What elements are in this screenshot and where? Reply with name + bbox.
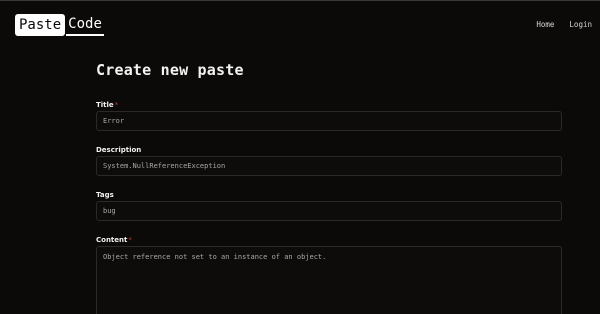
description-label-text: Description — [96, 146, 142, 154]
title-input[interactable] — [96, 111, 562, 131]
page: Paste Code Home Login Create new paste T… — [0, 0, 600, 314]
page-title: Create new paste — [96, 61, 244, 79]
logo-paste-text: Paste — [15, 14, 66, 36]
tags-label-text: Tags — [96, 191, 114, 199]
content-label: Content* — [96, 236, 132, 244]
content-textarea[interactable]: Object reference not set to an instance … — [96, 246, 562, 314]
tags-label: Tags — [96, 191, 114, 199]
tags-input[interactable] — [96, 201, 562, 221]
content-label-text: Content — [96, 236, 128, 244]
logo[interactable]: Paste Code — [15, 14, 104, 36]
logo-code-text: Code — [66, 14, 104, 36]
required-marker: * — [114, 101, 119, 109]
title-label: Title* — [96, 101, 118, 109]
top-nav: Home Login — [536, 20, 592, 29]
required-marker: * — [128, 236, 132, 244]
nav-login-link[interactable]: Login — [569, 20, 592, 29]
description-input[interactable] — [96, 156, 562, 176]
nav-home-link[interactable]: Home — [536, 20, 554, 29]
description-label: Description — [96, 146, 141, 154]
title-label-text: Title — [96, 101, 114, 109]
